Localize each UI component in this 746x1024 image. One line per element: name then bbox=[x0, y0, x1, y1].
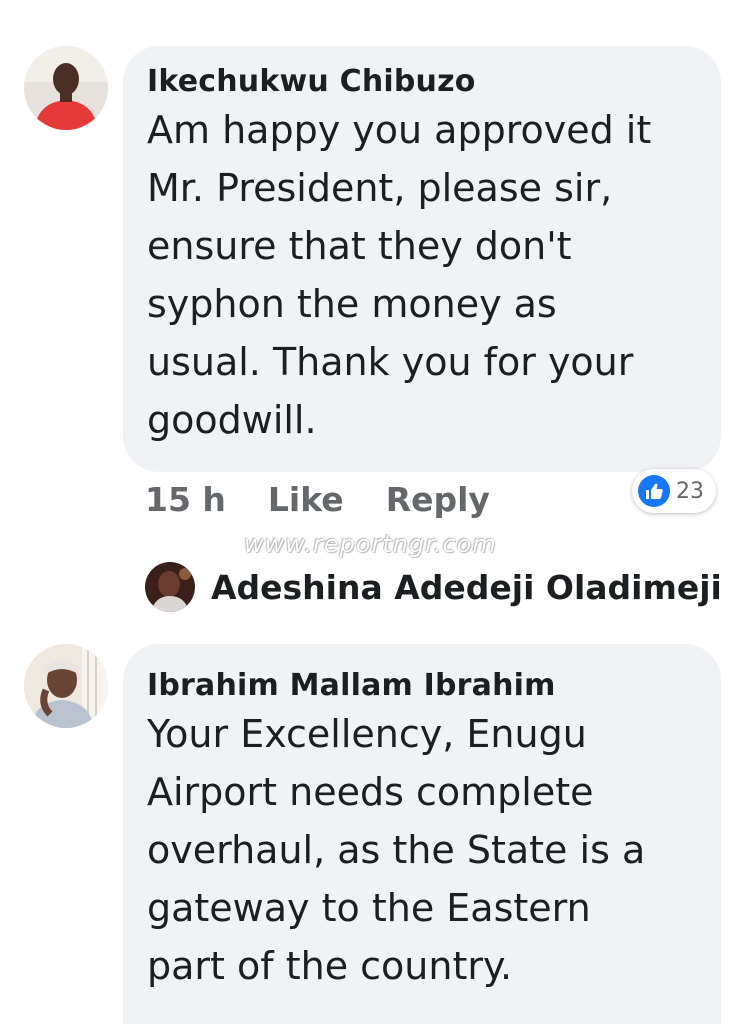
avatar-image bbox=[24, 644, 108, 728]
reply-button[interactable]: Reply bbox=[386, 480, 490, 519]
avatar[interactable] bbox=[24, 46, 108, 130]
like-button[interactable]: Like bbox=[268, 480, 344, 519]
comment-text: Your Excellency, Enugu Airport needs com… bbox=[147, 712, 646, 988]
comment-author[interactable]: Ikechukwu Chibuzo bbox=[147, 64, 701, 99]
comment-timestamp[interactable]: 15 h bbox=[145, 480, 226, 519]
comment-bubble[interactable]: Ibrahim Mallam Ibrahim Your Excellency, … bbox=[123, 644, 721, 1024]
comment-text: Am happy you approved it Mr. President, … bbox=[147, 108, 652, 442]
avatar-image bbox=[24, 46, 108, 130]
comments-thread: Ikechukwu Chibuzo Am happy you approved … bbox=[0, 0, 746, 1024]
comment-actions: 15 h Like Reply bbox=[145, 480, 532, 519]
comment-author[interactable]: Ibrahim Mallam Ibrahim bbox=[147, 668, 701, 703]
avatar-image bbox=[145, 562, 195, 612]
comment-bubble[interactable]: Ikechukwu Chibuzo Am happy you approved … bbox=[123, 46, 721, 472]
avatar bbox=[145, 562, 195, 612]
thumbs-up-icon bbox=[638, 475, 670, 507]
reply-author[interactable]: Adeshina Adedeji Oladimeji bbox=[211, 568, 722, 607]
reaction-count-badge[interactable]: 23 bbox=[632, 469, 716, 513]
watermark: www.reportngr.com bbox=[244, 530, 497, 558]
reaction-count: 23 bbox=[676, 478, 704, 504]
reply-preview[interactable]: Adeshina Adedeji Oladimeji bbox=[145, 562, 722, 612]
avatar[interactable] bbox=[24, 644, 108, 728]
